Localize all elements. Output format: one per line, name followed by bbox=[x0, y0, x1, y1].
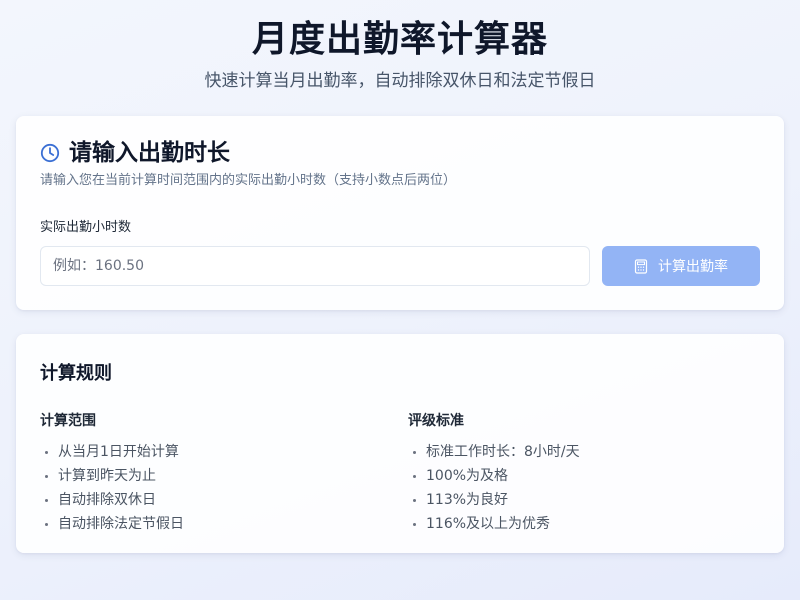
bullet-dot bbox=[45, 450, 48, 454]
scope-list: 从当月1日开始计算 计算到昨天为止 自动排除双休日 自动排除法定节假日 bbox=[40, 440, 184, 536]
scope-column: 计算范围 从当月1日开始计算 计算到昨天为止 自动排除双休日 自动排除法定节假日 bbox=[40, 412, 184, 536]
rule-text: 113%为良好 bbox=[426, 492, 509, 508]
page-header: 月度出勤率计算器 快速计算当月出勤率，自动排除双休日和法定节假日 bbox=[0, 0, 800, 93]
calculator-icon bbox=[634, 258, 648, 274]
bullet-dot bbox=[45, 522, 48, 526]
bullet-dot bbox=[413, 498, 416, 502]
rule-text: 从当月1日开始计算 bbox=[58, 444, 179, 460]
rule-text: 自动排除法定节假日 bbox=[58, 516, 184, 532]
clock-icon bbox=[40, 143, 60, 163]
rule-text: 计算到昨天为止 bbox=[58, 468, 156, 484]
rule-text: 标准工作时长：8小时/天 bbox=[426, 444, 580, 460]
hours-field-label: 实际出勤小时数 bbox=[40, 220, 132, 235]
scope-heading: 计算范围 bbox=[40, 413, 96, 429]
bullet-dot bbox=[413, 522, 416, 526]
input-card-title-row: 请输入出勤时长 bbox=[40, 138, 230, 168]
rule-text: 自动排除双休日 bbox=[58, 492, 156, 508]
app-title: 月度出勤率计算器 bbox=[251, 19, 548, 60]
bullet-dot bbox=[413, 450, 416, 454]
calculate-button[interactable]: 计算出勤率 bbox=[602, 246, 760, 286]
attendance-input-card: 请输入出勤时长 请输入您在当前计算时间范围内的实际出勤小时数（支持小数点后两位）… bbox=[16, 116, 784, 310]
input-card-title: 请输入出勤时长 bbox=[69, 140, 230, 166]
rules-card-title: 计算规则 bbox=[40, 363, 112, 384]
rule-text: 116%及以上为优秀 bbox=[426, 516, 551, 532]
grading-column: 评级标准 标准工作时长：8小时/天 100%为及格 113%为良好 116%及以… bbox=[408, 412, 580, 536]
list-item: 计算到昨天为止 bbox=[40, 464, 184, 488]
grading-heading: 评级标准 bbox=[408, 413, 464, 429]
list-item: 自动排除双休日 bbox=[40, 488, 184, 512]
input-card-description: 请输入您在当前计算时间范围内的实际出勤小时数（支持小数点后两位） bbox=[40, 173, 457, 188]
app-subtitle: 快速计算当月出勤率，自动排除双休日和法定节假日 bbox=[204, 71, 596, 91]
bullet-dot bbox=[45, 498, 48, 502]
calculation-rules-card: 计算规则 计算范围 从当月1日开始计算 计算到昨天为止 自动排除双休日 自动排除… bbox=[16, 334, 784, 553]
list-item: 116%及以上为优秀 bbox=[408, 512, 580, 536]
list-item: 标准工作时长：8小时/天 bbox=[408, 440, 580, 464]
attendance-hours-input[interactable] bbox=[40, 246, 590, 286]
list-item: 113%为良好 bbox=[408, 488, 580, 512]
list-item: 从当月1日开始计算 bbox=[40, 440, 184, 464]
grading-list: 标准工作时长：8小时/天 100%为及格 113%为良好 116%及以上为优秀 bbox=[408, 440, 580, 536]
list-item: 自动排除法定节假日 bbox=[40, 512, 184, 536]
rule-text: 100%为及格 bbox=[426, 468, 509, 484]
calculate-button-label: 计算出勤率 bbox=[658, 259, 728, 275]
bullet-dot bbox=[45, 474, 48, 478]
bullet-dot bbox=[413, 474, 416, 478]
list-item: 100%为及格 bbox=[408, 464, 580, 488]
